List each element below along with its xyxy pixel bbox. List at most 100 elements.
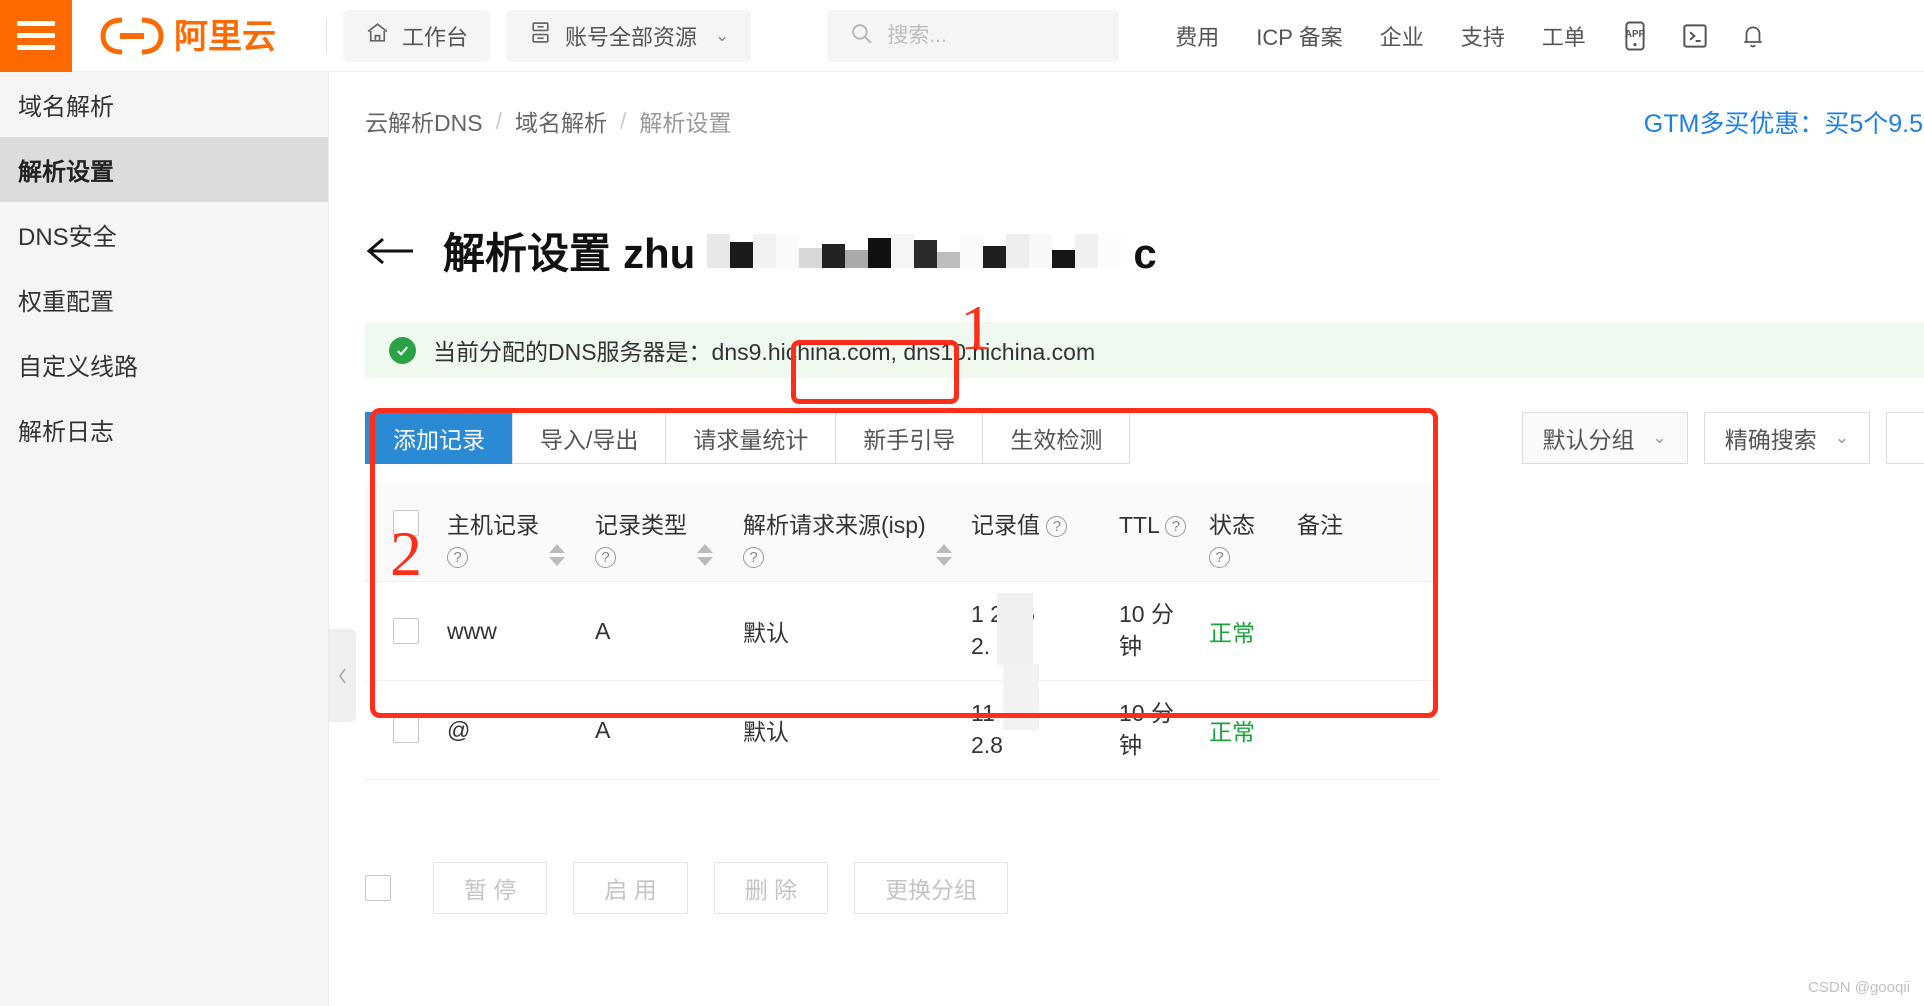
search-input[interactable] [887, 23, 1088, 48]
nav-item-fee[interactable]: 费用 [1175, 20, 1219, 52]
cell-isp: 默认 [743, 620, 789, 646]
row-select-cell [365, 618, 447, 644]
sort-desc-icon [697, 557, 713, 566]
sidebar-item-dns-security[interactable]: DNS安全 [0, 202, 328, 267]
batch-delete-button[interactable]: 删 除 [713, 862, 829, 914]
redacted-value-mosaic [997, 593, 1033, 666]
records-toolbar: 添加记录 导入/导出 请求量统计 新手引导 生效检测 [365, 412, 1131, 464]
effectiveness-check-button[interactable]: 生效检测 [982, 412, 1131, 464]
dns-server-notice-text: 当前分配的DNS服务器是：dns9.hichina.com, dns10.hic… [433, 339, 1096, 365]
nav-item-enterprise[interactable]: 企业 [1380, 20, 1424, 52]
group-filter-select[interactable]: 默认分组 ⌄ [1521, 412, 1688, 464]
cell-ttl: 10 分 钟 [1119, 698, 1209, 761]
search-keyword-input[interactable] [1886, 412, 1924, 464]
sidebar-item-label: 域名解析 [18, 94, 114, 121]
sort-toggle-isp[interactable] [935, 544, 952, 566]
cell-ttl-line1: 10 分 [1119, 601, 1174, 628]
chevron-down-icon: ⌄ [1834, 428, 1849, 447]
column-header-value-text: 记录值 [971, 512, 1040, 538]
account-resources-label: 账号全部资源 [565, 24, 698, 50]
page-title: 解析设置 zhu c [443, 220, 1157, 281]
header-icon-group: APP [1620, 20, 1766, 52]
sidebar-item-domain-resolution[interactable]: 域名解析 [0, 72, 328, 137]
sidebar-item-label: 解析日志 [18, 419, 114, 446]
sidebar: 域名解析 解析设置 DNS安全 权重配置 自定义线路 解析日志 [0, 72, 329, 1006]
column-header-isp-label: 解析请求来源(isp) ? [743, 510, 926, 572]
search-mode-label: 精确搜索 [1724, 427, 1817, 453]
cell-ttl-line2: 钟 [1119, 633, 1142, 659]
cell-isp: 默认 [743, 719, 789, 745]
column-header-ttl-text: TTL [1119, 512, 1160, 538]
promo-link[interactable]: GTM多买优惠：买5个9.5折 [1644, 104, 1924, 140]
column-header-ttl-label: TTL ? [1119, 510, 1187, 541]
help-icon[interactable]: ? [595, 547, 616, 569]
column-header-host-text: 主机记录 [447, 512, 539, 538]
batch-pause-button[interactable]: 暂 停 [433, 862, 548, 914]
import-export-button[interactable]: 导入/导出 [512, 412, 667, 464]
sidebar-item-weight-config[interactable]: 权重配置 [0, 267, 328, 332]
sort-toggle-host[interactable] [549, 544, 565, 566]
table-row[interactable]: @ A 默认 11 .16 2.8 10 分 钟 正常 [365, 664, 1440, 780]
request-stats-button[interactable]: 请求量统计 [665, 412, 837, 464]
help-icon[interactable]: ? [1165, 516, 1187, 538]
table-row[interactable]: www A 默认 1 2.16 2. 10 分 钟 正常 [365, 582, 1440, 681]
nav-item-support[interactable]: 支持 [1461, 20, 1505, 52]
account-resources-button[interactable]: 账号全部资源 ⌄ [506, 9, 752, 62]
workbench-button[interactable]: 工作台 [343, 9, 491, 62]
chevron-down-icon[interactable]: ⌄ [715, 26, 729, 46]
help-icon[interactable]: ? [743, 547, 764, 569]
column-header-host[interactable]: 主机记录 ? [447, 484, 595, 572]
search-mode-select[interactable]: 精确搜索 ⌄ [1703, 412, 1870, 464]
batch-select-all-checkbox[interactable] [365, 875, 391, 901]
column-header-note-label: 备注 [1297, 512, 1343, 538]
terminal-icon[interactable] [1680, 21, 1710, 51]
help-icon[interactable]: ? [447, 547, 468, 569]
global-search[interactable] [827, 9, 1120, 62]
back-arrow-icon[interactable] [365, 233, 417, 269]
main-content: 云解析DNS / 域名解析 / 解析设置 GTM多买优惠：买5个9.5折 解析设… [329, 72, 1924, 1006]
cell-type: A [595, 617, 611, 644]
add-record-button[interactable]: 添加记录 [365, 412, 513, 464]
cell-host: @ [447, 716, 471, 743]
select-all-checkbox[interactable] [393, 510, 419, 536]
column-header-status-text: 状态 [1209, 512, 1255, 538]
row-checkbox[interactable] [393, 717, 419, 743]
nav-item-ticket[interactable]: 工单 [1542, 20, 1586, 52]
hamburger-bar [17, 33, 55, 38]
nav-item-icp[interactable]: ICP 备案 [1256, 20, 1342, 52]
column-header-host-label: 主机记录 ? [447, 510, 539, 572]
sort-toggle-type[interactable] [697, 544, 713, 566]
table-header-row: 主机记录 ? 记录类型 ? 解析请求来源(isp) ? 记录值 ? TTL ? … [365, 484, 1440, 582]
beginner-guide-button[interactable]: 新手引导 [835, 412, 984, 464]
column-header-value-label: 记录值 ? [971, 510, 1068, 541]
resource-icon [528, 20, 553, 51]
breadcrumb-item-domain-resolution[interactable]: 域名解析 [515, 104, 607, 138]
batch-change-group-button[interactable]: 更换分组 [854, 862, 1009, 914]
sidebar-item-resolution-settings[interactable]: 解析设置 [0, 137, 328, 202]
column-header-type[interactable]: 记录类型 ? [595, 484, 743, 572]
sidebar-item-resolution-log[interactable]: 解析日志 [0, 397, 328, 462]
hamburger-bar [17, 21, 55, 26]
svg-text:阿里云: 阿里云 [174, 18, 276, 56]
sidebar-item-label: 自定义线路 [18, 354, 138, 381]
batch-enable-button[interactable]: 启 用 [573, 862, 688, 914]
bell-icon[interactable] [1740, 21, 1766, 51]
help-icon[interactable]: ? [1209, 547, 1230, 569]
header-divider [326, 18, 327, 53]
breadcrumb-item-cloud-dns[interactable]: 云解析DNS [365, 104, 483, 138]
help-icon[interactable]: ? [1046, 516, 1068, 538]
header-nav: 费用 ICP 备案 企业 支持 工单 [1175, 20, 1585, 52]
cell-value-line2: 2.8 [971, 732, 1003, 758]
page-title-label: 解析设置 [443, 230, 612, 277]
cell-value: 1 2.16 2. [971, 593, 1119, 666]
sidebar-collapse-handle[interactable] [329, 629, 356, 722]
app-icon[interactable]: APP [1620, 20, 1650, 52]
sidebar-item-custom-line[interactable]: 自定义线路 [0, 332, 328, 397]
row-checkbox[interactable] [393, 618, 419, 644]
chevron-down-icon: ⌄ [1652, 428, 1667, 447]
aliyun-logo[interactable]: 阿里云 [98, 14, 310, 58]
select-all-cell [365, 484, 447, 536]
column-header-status-label: 状态 ? [1209, 510, 1255, 572]
column-header-isp[interactable]: 解析请求来源(isp) ? [743, 484, 971, 572]
hamburger-icon[interactable] [0, 0, 72, 72]
